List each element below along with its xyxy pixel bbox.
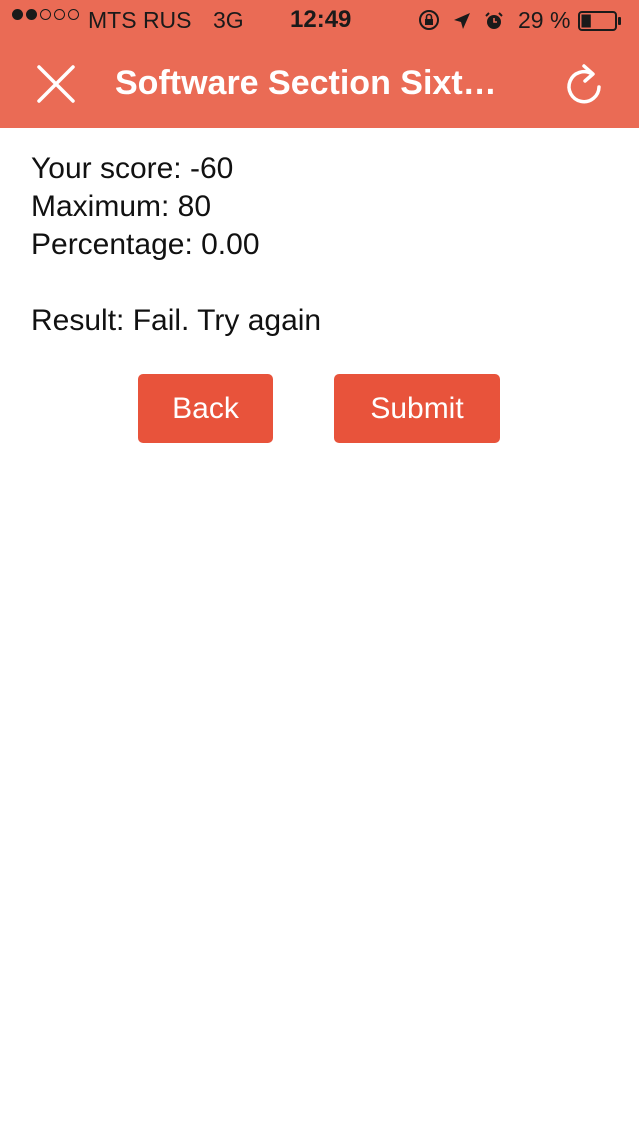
submit-button[interactable]: Submit bbox=[334, 374, 500, 443]
back-button[interactable]: Back bbox=[138, 374, 273, 443]
status-bar: MTS RUS 3G 12:49 29 % bbox=[0, 0, 639, 40]
battery-icon bbox=[578, 10, 622, 31]
page-title: Software Section Sixt… bbox=[115, 64, 497, 102]
close-icon bbox=[37, 65, 75, 103]
clock: 12:49 bbox=[290, 6, 352, 33]
network-type: 3G bbox=[213, 7, 244, 33]
orientation-lock-icon bbox=[418, 9, 440, 37]
battery-percentage: 29 % bbox=[518, 7, 571, 33]
maximum-text: Maximum: 80 bbox=[31, 190, 212, 223]
signal-strength-icon bbox=[12, 9, 79, 20]
signal-dot bbox=[54, 9, 65, 20]
refresh-button[interactable] bbox=[562, 60, 606, 108]
signal-dot bbox=[26, 9, 37, 20]
score-text: Your score: -60 bbox=[31, 152, 234, 185]
carrier-name: MTS RUS bbox=[88, 7, 192, 33]
results-panel: Your score: -60 Maximum: 80 Percentage: … bbox=[31, 150, 321, 340]
location-arrow-icon bbox=[452, 10, 472, 37]
app-header: MTS RUS 3G 12:49 29 % Software Section S… bbox=[0, 0, 639, 128]
signal-dot bbox=[12, 9, 23, 20]
signal-dot bbox=[68, 9, 79, 20]
signal-dot bbox=[40, 9, 51, 20]
result-text: Result: Fail. Try again bbox=[31, 304, 322, 337]
navigation-bar: Software Section Sixt… bbox=[0, 40, 639, 128]
percentage-text: Percentage: 0.00 bbox=[31, 228, 260, 261]
close-button[interactable] bbox=[34, 62, 78, 106]
status-icons bbox=[418, 9, 504, 37]
alarm-clock-icon bbox=[484, 10, 504, 37]
refresh-icon bbox=[567, 64, 601, 104]
